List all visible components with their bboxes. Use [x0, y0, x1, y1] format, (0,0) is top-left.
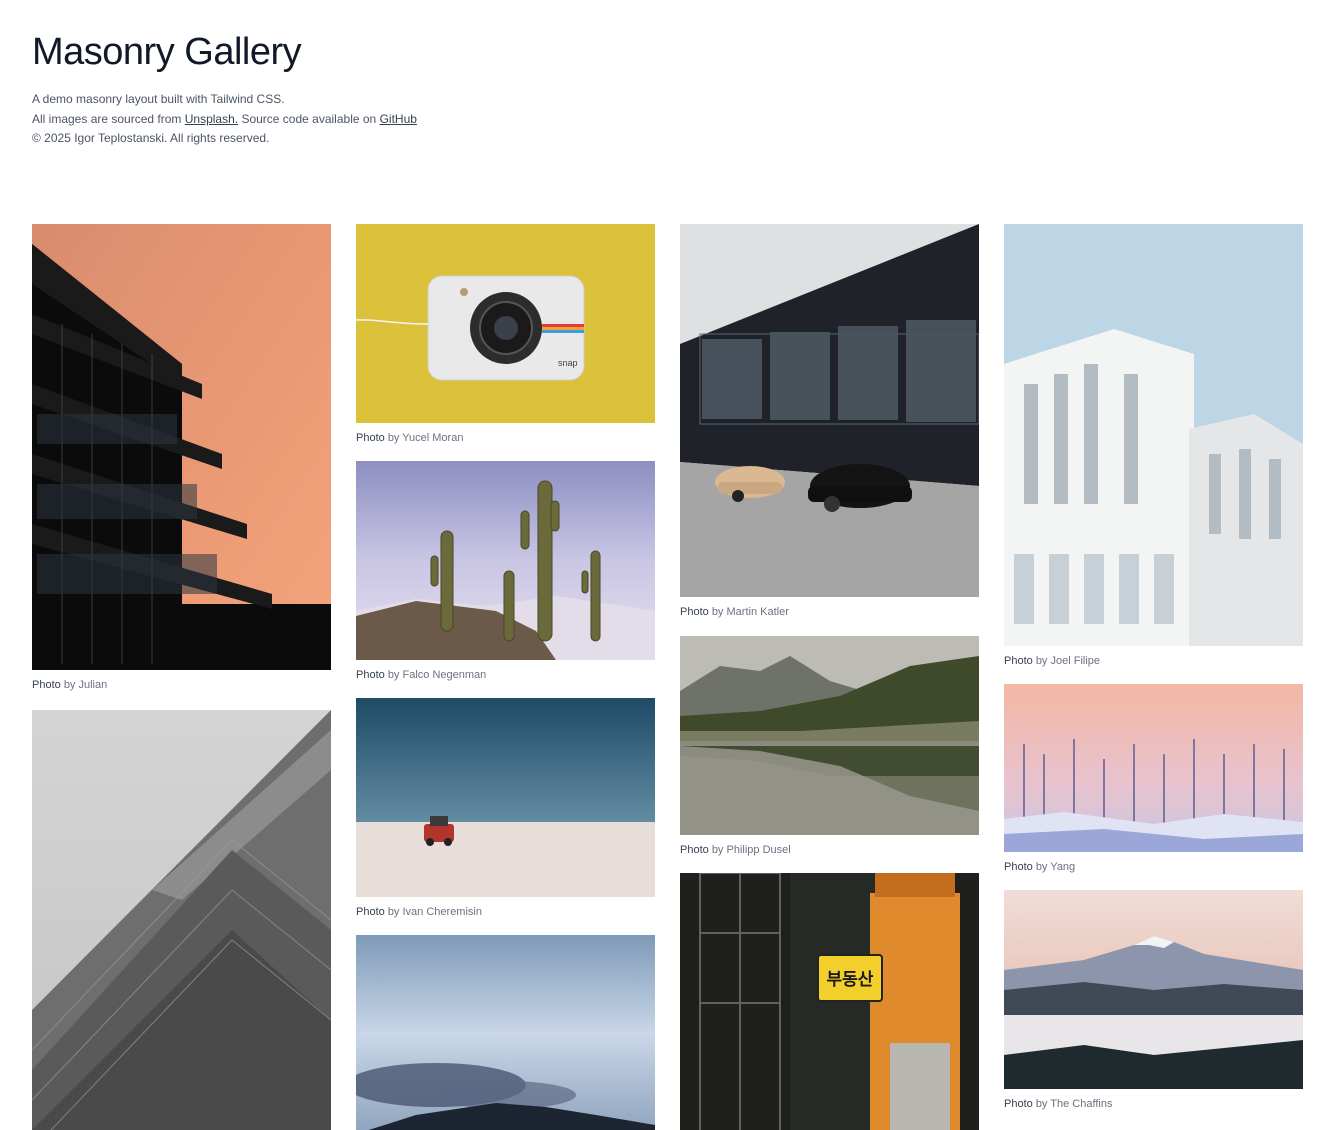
description-text: All images are sourced from	[32, 111, 182, 126]
photo-author-link[interactable]: Falco Negenman	[403, 669, 487, 681]
photo-caption: Photo by Yucel Moran	[356, 431, 655, 445]
gallery-item: Photo by The Chaffins	[1004, 890, 1303, 1111]
photo-author-link[interactable]: Philipp Dusel	[727, 844, 791, 856]
gallery-photo[interactable]	[32, 224, 331, 670]
photo-caption: Photo by Philipp Dusel	[680, 843, 979, 857]
caption-label: Photo	[1004, 861, 1033, 873]
gallery-photo[interactable]	[680, 224, 979, 597]
gallery-column-4: Photo by Joel Filipe Photo by Yang Photo…	[1004, 224, 1303, 1111]
gallery-item: 부동산	[680, 873, 979, 1130]
gallery-photo[interactable]	[356, 698, 655, 897]
photo-author-link[interactable]: Yang	[1050, 861, 1075, 873]
gallery-photo[interactable]	[1004, 890, 1303, 1089]
storefront-sign-text: 부동산	[827, 970, 874, 990]
github-link[interactable]: GitHub	[380, 112, 417, 126]
photo-author-link[interactable]: Joel Filipe	[1051, 655, 1101, 667]
photo-author-link[interactable]: Martin Katler	[727, 606, 789, 618]
gallery-photo[interactable]	[1004, 684, 1303, 852]
photo-author-link[interactable]: Ivan Cheremisin	[403, 906, 482, 918]
gallery-column-1: Photo by Julian	[32, 224, 331, 1130]
caption-label: Photo	[356, 669, 385, 681]
gallery-photo[interactable]	[680, 636, 979, 835]
gallery-item: Photo by Martin Katler	[680, 224, 979, 619]
gallery-photo[interactable]: snap	[356, 224, 655, 423]
photo-caption: Photo by Falco Negenman	[356, 668, 655, 682]
caption-label: Photo	[1004, 1098, 1033, 1110]
caption-by: by	[387, 669, 400, 681]
caption-by: by	[711, 844, 724, 856]
caption-by: by	[387, 906, 400, 918]
photo-caption: Photo by Martin Katler	[680, 605, 979, 619]
gallery-photo[interactable]	[32, 710, 331, 1130]
svg-text:snap: snap	[558, 358, 578, 368]
photo-author-link[interactable]: Julian	[79, 679, 108, 691]
photo-caption: Photo by Ivan Cheremisin	[356, 905, 655, 919]
photo-author-link[interactable]: The Chaffins	[1050, 1098, 1112, 1110]
gallery-photo[interactable]	[1004, 224, 1303, 646]
photo-caption: Photo by Julian	[32, 678, 331, 692]
page-description: A demo masonry layout built with Tailwin…	[32, 90, 732, 149]
photo-author-link[interactable]: Yucel Moran	[402, 432, 463, 444]
description-text: Source code available on	[241, 111, 377, 126]
caption-label: Photo	[356, 432, 385, 444]
unsplash-link[interactable]: Unsplash.	[185, 112, 238, 126]
caption-by: by	[63, 679, 76, 691]
gallery-item	[32, 710, 331, 1130]
gallery-column-2: snap Photo by Yucel Moran Photo by Falco…	[356, 224, 655, 1130]
gallery-column-3: Photo by Martin Katler Photo by Philipp …	[680, 224, 979, 1130]
caption-label: Photo	[680, 844, 709, 856]
caption-label: Photo	[32, 679, 61, 691]
gallery-item: Photo by Philipp Dusel	[680, 636, 979, 857]
caption-label: Photo	[356, 906, 385, 918]
gallery-item: Photo by Ivan Cheremisin	[356, 698, 655, 919]
gallery-item: Photo by Joel Filipe	[1004, 224, 1303, 668]
photo-caption: Photo by Yang	[1004, 860, 1303, 874]
caption-by: by	[1035, 861, 1048, 873]
description-line-1: A demo masonry layout built with Tailwin…	[32, 92, 285, 106]
gallery-item	[356, 935, 655, 1130]
gallery-item: snap Photo by Yucel Moran	[356, 224, 655, 445]
page-header: Masonry Gallery A demo masonry layout bu…	[32, 30, 732, 149]
gallery-item: Photo by Falco Negenman	[356, 461, 655, 682]
caption-by: by	[1035, 1098, 1048, 1110]
copyright-text: © 2025 Igor Teplostanski. All rights res…	[32, 131, 270, 145]
gallery-photo[interactable]	[356, 461, 655, 660]
caption-by: by	[387, 432, 400, 444]
photo-caption: Photo by Joel Filipe	[1004, 654, 1303, 668]
gallery-photo[interactable]	[356, 935, 655, 1130]
page-title: Masonry Gallery	[32, 31, 302, 73]
gallery-item: Photo by Yang	[1004, 684, 1303, 874]
caption-label: Photo	[680, 606, 709, 618]
photo-caption: Photo by The Chaffins	[1004, 1097, 1303, 1111]
caption-label: Photo	[1004, 655, 1033, 667]
caption-by: by	[711, 606, 724, 618]
description-line-2: All images are sourced from Unsplash. So…	[32, 110, 732, 130]
caption-by: by	[1035, 655, 1048, 667]
gallery-item: Photo by Julian	[32, 224, 331, 692]
gallery-photo[interactable]: 부동산	[680, 873, 979, 1130]
